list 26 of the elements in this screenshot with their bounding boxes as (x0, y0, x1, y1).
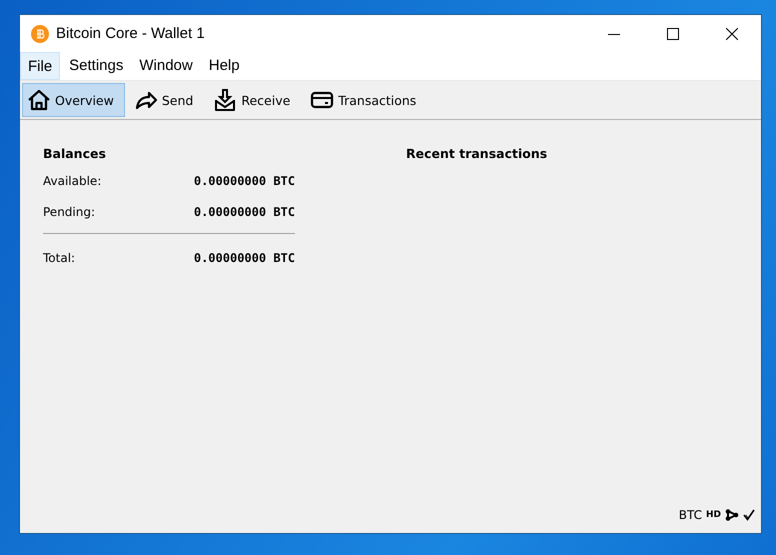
inbox-icon (213, 88, 238, 112)
unit-label[interactable]: BTC (678, 508, 702, 522)
network-icon (725, 509, 739, 521)
hd-label: HD (706, 510, 721, 520)
bitcoin-logo-icon (31, 24, 49, 42)
toolbar-button[interactable]: Receive (208, 83, 302, 117)
balance-value: 0.00000000 BTC (194, 204, 295, 218)
menu-item[interactable]: Settings (62, 52, 130, 80)
balance-label: Available: (43, 174, 102, 188)
menu-item[interactable]: Window (132, 52, 200, 80)
toolbar-button[interactable]: Send (128, 83, 204, 117)
balance-label: Total: (43, 250, 76, 264)
checkmark-icon (743, 509, 755, 521)
section-heading: Balances (43, 146, 107, 161)
house-icon (27, 88, 51, 112)
window-title: Bitcoin Core - Wallet 1 (56, 25, 205, 42)
close-icon[interactable] (726, 28, 738, 40)
menu-item[interactable]: File (20, 52, 60, 80)
menu-item[interactable]: Help (202, 52, 247, 80)
balance-value: 0.00000000 BTC (194, 174, 295, 188)
balance-value: 0.00000000 BTC (194, 250, 295, 264)
toolbar-button[interactable]: Transactions (305, 83, 428, 117)
section-heading: Recent transactions (406, 146, 548, 161)
maximize-icon[interactable] (667, 28, 679, 40)
balance-label: Pending: (43, 204, 96, 218)
toolbar-button[interactable]: Overview (22, 83, 125, 117)
